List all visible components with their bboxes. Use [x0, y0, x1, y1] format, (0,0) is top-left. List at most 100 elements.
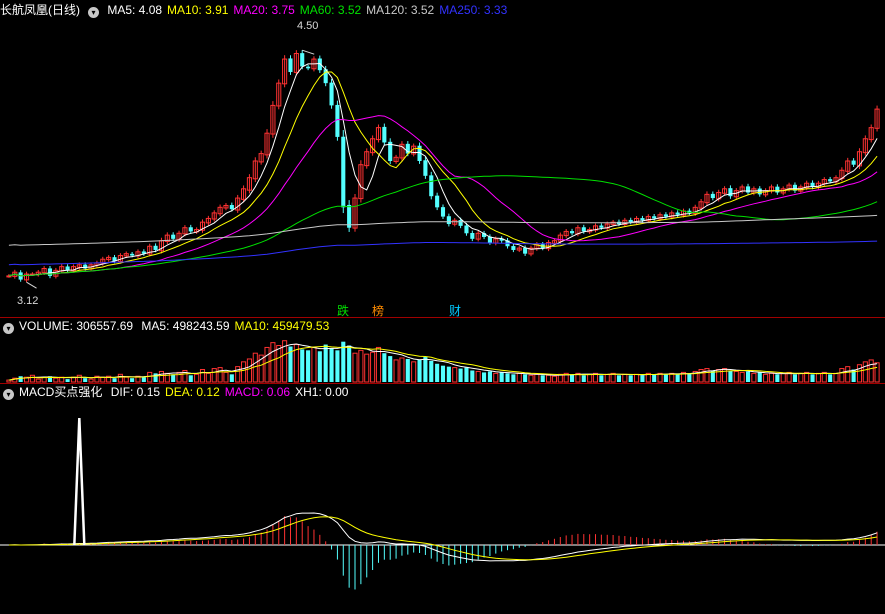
volume-bar: [235, 366, 241, 383]
candle-body: [675, 212, 680, 215]
volume-bar: [763, 373, 769, 383]
volume-legend-item-1: MA10: 459479.53: [234, 319, 330, 333]
dropdown-icon[interactable]: ▾: [88, 7, 99, 18]
candle-body: [153, 245, 158, 250]
volume-bar: [792, 374, 797, 382]
volume-bar: [828, 374, 833, 382]
dropdown-icon[interactable]: ▾: [3, 389, 14, 400]
ma120-line: [8, 214, 878, 246]
volume-bar: [739, 371, 745, 383]
candle-body: [464, 225, 469, 234]
volume-bar: [300, 349, 305, 382]
volume-bar: [123, 376, 129, 383]
candle-body: [757, 188, 762, 195]
volume-bar: [147, 371, 153, 383]
volume-bar: [370, 351, 376, 383]
volume-bar: [698, 369, 704, 383]
price-title: 长航凤凰(日线): [0, 3, 80, 17]
volume-bar: [440, 365, 446, 382]
high-annotation: 4.50: [297, 20, 319, 32]
candle-body: [423, 160, 428, 176]
volume-bar: [171, 374, 176, 382]
volume-bar: [833, 372, 839, 383]
volume-bar: [306, 350, 311, 382]
candle-body: [599, 225, 604, 228]
volume-bar: [475, 370, 481, 383]
volume-bar: [375, 346, 382, 383]
volume-title: VOLUME: 306557.69: [19, 319, 134, 333]
volume-bar: [768, 372, 775, 383]
ma10-line: [8, 71, 878, 277]
candle-body: [435, 195, 440, 208]
volume-bar: [264, 346, 270, 383]
volume-bar: [194, 373, 200, 383]
stock-chart: [0, 49, 885, 590]
volume-bar: [652, 374, 657, 382]
dropdown-icon[interactable]: ▾: [3, 323, 14, 334]
candle-body: [382, 126, 387, 143]
price-legend-item-3: MA60: 3.52: [299, 3, 362, 17]
volume-bar: [229, 374, 234, 382]
volume-bar: [88, 378, 94, 383]
volume-bar: [587, 373, 593, 383]
volume-bar: [329, 348, 334, 382]
price-legend-item-2: MA20: 3.75: [233, 3, 295, 17]
volume-bar: [211, 368, 217, 383]
volume-bar: [856, 364, 863, 383]
volume-bar: [487, 371, 492, 382]
candle-body: [47, 268, 53, 276]
volume-bar: [722, 368, 728, 383]
volume-bar: [323, 344, 328, 382]
candle-body: [828, 179, 833, 182]
candle-body: [429, 175, 434, 197]
volume-bar: [516, 372, 522, 383]
volume-bar: [581, 375, 586, 382]
volume-bar: [83, 378, 88, 382]
volume-bar: [628, 375, 633, 382]
volume-bar: [112, 378, 117, 382]
volume-bar: [100, 376, 106, 383]
volume-bar: [640, 375, 645, 382]
volume-bar: [815, 372, 821, 383]
volume-bar: [335, 350, 340, 382]
volume-bar: [311, 346, 317, 383]
volume-bar: [687, 373, 692, 382]
price-header: 长航凤凰(日线) ▾ MA5: 4.08 MA10: 3.91 MA20: 3.75 M…: [0, 2, 512, 18]
volume-bar: [223, 371, 229, 383]
volume-bar: [616, 375, 622, 382]
candle-body: [306, 66, 311, 69]
xh1-spike: [73, 417, 86, 546]
volume-bar: [534, 373, 540, 383]
volume-bar: [6, 379, 12, 383]
volume-bar: [733, 370, 739, 383]
volume-bar: [546, 374, 552, 383]
volume-bar: [868, 359, 874, 383]
candle-body: [288, 58, 293, 73]
volume-bar: [352, 352, 358, 383]
candle-body: [446, 216, 451, 225]
volume-bar: [728, 370, 733, 382]
macd-legend-item-0: DIF: 0.15: [110, 385, 161, 399]
candle-body: [440, 207, 446, 217]
volume-bar: [751, 372, 757, 383]
candle-body: [470, 233, 475, 239]
volume-bar: [569, 374, 575, 382]
volume-bar: [458, 368, 463, 382]
volume-header: ▾ VOLUME: 306557.69 MA5: 498243.59 MA10: 4…: [0, 318, 334, 334]
price-legend-item-0: MA5: 4.08: [107, 3, 163, 17]
volume-bar: [845, 366, 851, 383]
volume-bar: [775, 374, 780, 382]
volume-bar: [482, 372, 487, 382]
price-legend-item-4: MA120: 3.52: [366, 3, 435, 17]
volume-bar: [523, 374, 528, 382]
low-pointer: [26, 281, 37, 289]
macd-legend-item-3: XH1: 0.00: [295, 385, 349, 399]
candle-body: [581, 227, 586, 232]
candle-body: [775, 186, 780, 193]
event-marker-1: 榜: [372, 304, 385, 318]
candle-body: [458, 220, 463, 226]
volume-bar: [874, 362, 880, 383]
volume-legend-item-0: MA5: 498243.59: [141, 319, 230, 333]
candle-body: [229, 205, 234, 210]
volume-bar: [511, 374, 516, 382]
